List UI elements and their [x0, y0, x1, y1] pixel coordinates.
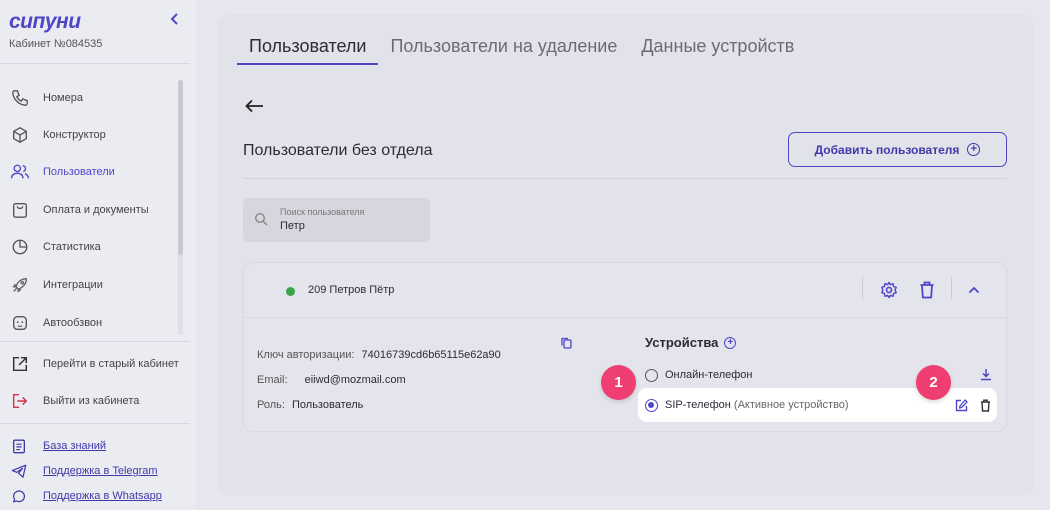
- sip-phone-label: SIP-телефон (Активное устройство): [665, 399, 849, 411]
- bag-icon: [10, 200, 30, 220]
- auth-key-row: Ключ авторизации: 74016739cd6b65115e62a9…: [257, 349, 501, 361]
- sidebar-item-constructor[interactable]: Конструктор: [10, 123, 106, 147]
- sidebar-item-label: Конструктор: [43, 129, 106, 141]
- step-marker-1: 1: [601, 365, 636, 400]
- scrollbar-thumb[interactable]: [178, 80, 183, 255]
- role-label: Роль:: [257, 399, 285, 411]
- role-row: Роль: Пользователь: [257, 399, 363, 411]
- divider: [243, 178, 1007, 179]
- search-placeholder: Поиск пользователя: [280, 207, 365, 217]
- sidebar-item-autodialer[interactable]: Автообзвон: [10, 311, 102, 335]
- knowledge-base-link[interactable]: База знаний: [10, 437, 106, 455]
- telegram-icon: [10, 462, 28, 480]
- cabinet-number: Кабинет №084535: [9, 38, 103, 50]
- users-icon: [10, 162, 30, 182]
- sidebar-item-label: Оплата и документы: [43, 204, 149, 216]
- logout-label: Выйти из кабинета: [43, 395, 140, 407]
- sidebar-item-label: Статистика: [43, 241, 101, 253]
- pie-chart-icon: [10, 237, 30, 257]
- search-value: Петр: [280, 220, 305, 232]
- clipboard-icon: [10, 437, 28, 455]
- sidebar-item-label: Автообзвон: [43, 317, 103, 329]
- devices-heading: Устройства +: [645, 335, 737, 350]
- edit-icon[interactable]: [955, 399, 968, 417]
- tab-users[interactable]: Пользователи: [237, 36, 379, 65]
- add-device-icon[interactable]: +: [724, 336, 737, 349]
- trash-icon[interactable]: [916, 279, 938, 301]
- divider: [0, 423, 190, 424]
- old-cabinet-label: Перейти в старый кабинет: [43, 358, 179, 370]
- user-card-header[interactable]: 209 Петров Пётр: [244, 263, 1008, 318]
- external-link-icon: [10, 354, 30, 374]
- sidebar-item-integrations[interactable]: Интеграции: [10, 273, 103, 297]
- sidebar-item-numbers[interactable]: Номера: [10, 86, 83, 110]
- old-cabinet-link[interactable]: Перейти в старый кабинет: [10, 352, 179, 376]
- user-name: 209 Петров Пётр: [308, 284, 395, 296]
- online-phone-radio[interactable]: [645, 369, 658, 382]
- add-user-button[interactable]: Добавить пользователя +: [788, 132, 1007, 167]
- divider: [0, 63, 190, 64]
- sidebar-item-statistics[interactable]: Статистика: [10, 235, 101, 259]
- divider: [862, 277, 863, 299]
- whatsapp-icon: [10, 487, 28, 505]
- whatsapp-support-label: Поддержка в Whatsapp: [43, 490, 162, 502]
- copy-icon[interactable]: [561, 336, 572, 354]
- main-panel: Пользователи Пользователи на удаление Да…: [217, 14, 1035, 496]
- sip-phone-note: (Активное устройство): [733, 399, 849, 411]
- cube-icon: [10, 125, 30, 145]
- collapse-sidebar-icon[interactable]: [170, 13, 180, 28]
- telegram-support-label: Поддержка в Telegram: [43, 465, 158, 477]
- sidebar-item-label: Пользователи: [43, 166, 115, 178]
- page-title: Пользователи без отдела: [243, 142, 433, 159]
- sidebar-item-users[interactable]: Пользователи: [10, 160, 115, 184]
- download-icon[interactable]: [980, 368, 992, 386]
- telegram-support-link[interactable]: Поддержка в Telegram: [10, 462, 158, 480]
- add-user-label: Добавить пользователя: [814, 142, 960, 157]
- plus-circle-icon: +: [967, 143, 981, 156]
- divider: [951, 277, 952, 299]
- robot-icon: [10, 313, 30, 333]
- online-status-dot: [286, 287, 295, 296]
- rocket-icon: [10, 275, 30, 295]
- email-row: Email: eiiwd@mozmail.com: [257, 374, 406, 386]
- auth-key-label: Ключ авторизации:: [257, 349, 355, 361]
- devices-title: Устройства: [645, 335, 719, 350]
- sidebar-item-payments[interactable]: Оплата и документы: [10, 198, 149, 222]
- logo[interactable]: сипуни: [9, 10, 81, 34]
- logout-link[interactable]: Выйти из кабинета: [10, 389, 139, 413]
- tabs: Пользователи Пользователи на удаление Да…: [237, 36, 806, 65]
- email-label: Email:: [257, 374, 288, 386]
- email-value: eiiwd@mozmail.com: [304, 374, 406, 386]
- logout-icon: [10, 391, 30, 411]
- sidebar-item-label: Интеграции: [43, 279, 103, 291]
- sidebar-item-label: Номера: [43, 92, 83, 104]
- sip-phone-radio[interactable]: [645, 399, 658, 412]
- divider: [0, 341, 190, 342]
- chevron-up-icon[interactable]: [963, 279, 985, 301]
- tab-users-to-delete[interactable]: Пользователи на удаление: [378, 36, 629, 65]
- search-input[interactable]: Поиск пользователя Петр: [243, 198, 430, 242]
- sip-phone-name: SIP-телефон: [665, 399, 731, 411]
- whatsapp-support-link[interactable]: Поддержка в Whatsapp: [10, 487, 162, 505]
- phone-icon: [10, 88, 30, 108]
- online-phone-label[interactable]: Онлайн-телефон: [665, 369, 753, 381]
- auth-key-value: 74016739cd6b65115e62a90: [361, 349, 501, 361]
- settings-gear-icon[interactable]: [878, 279, 900, 301]
- knowledge-base-label: База знаний: [43, 440, 107, 452]
- role-value: Пользователь: [292, 399, 364, 411]
- search-icon: [254, 212, 268, 231]
- step-marker-2: 2: [916, 365, 951, 400]
- tab-device-data[interactable]: Данные устройств: [629, 36, 806, 65]
- back-arrow-icon[interactable]: [245, 96, 265, 119]
- trash-icon[interactable]: [980, 399, 991, 417]
- sidebar: сипуни Кабинет №084535 Номера Конструкто…: [0, 0, 196, 510]
